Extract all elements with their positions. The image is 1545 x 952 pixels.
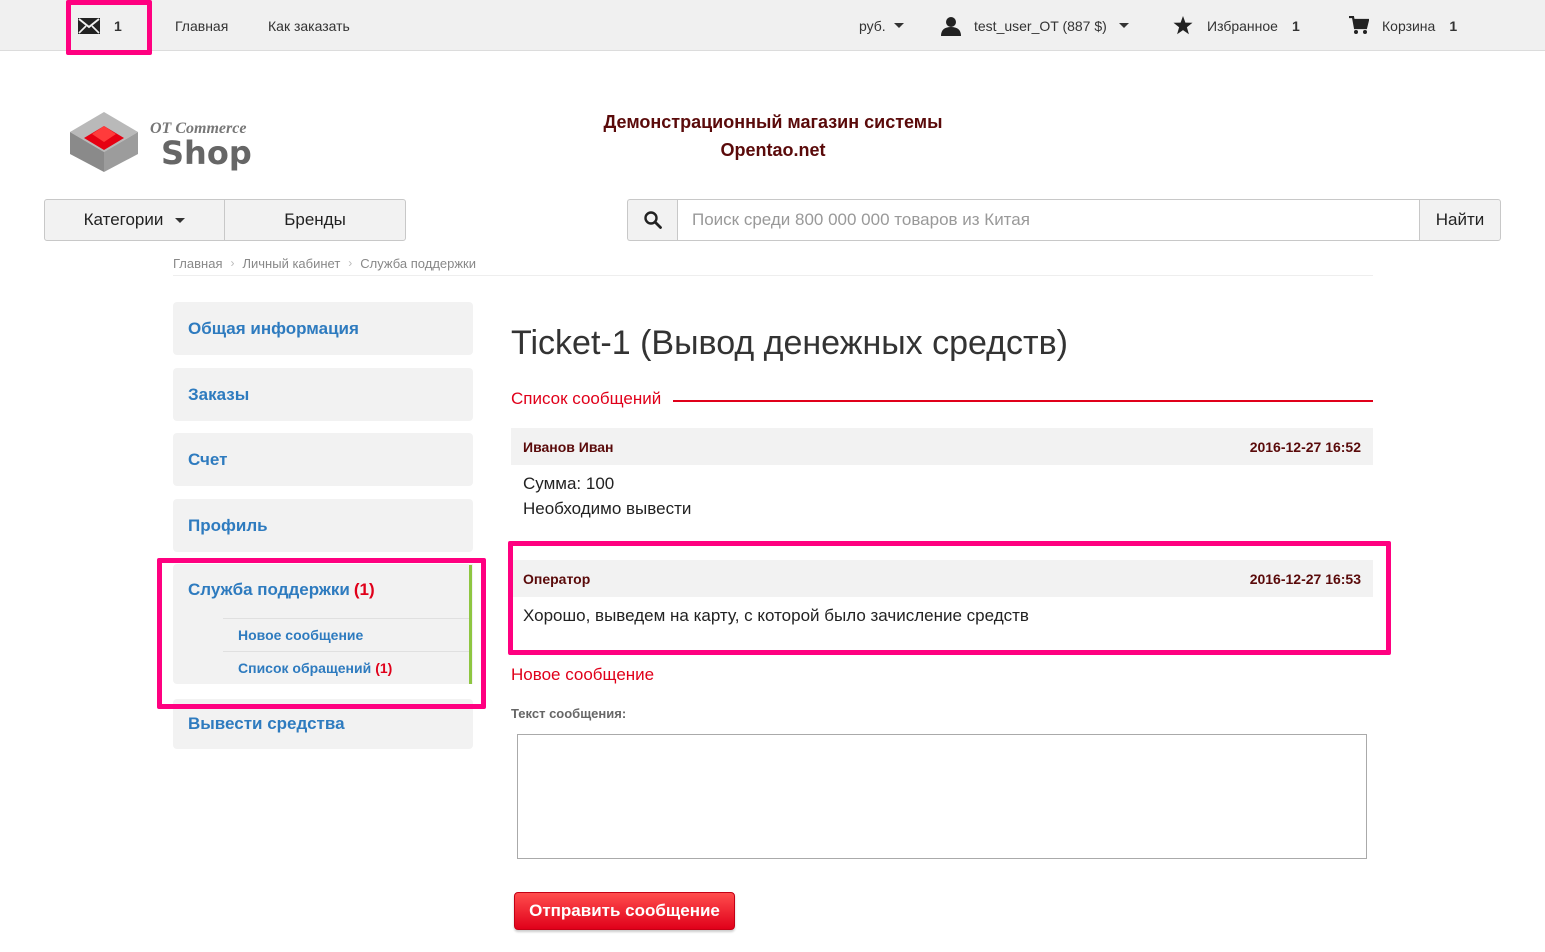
cart-link[interactable]: Корзина 1: [1349, 0, 1457, 51]
sidebar-item-withdraw[interactable]: Вывести средства: [173, 699, 473, 749]
envelope-icon: [78, 17, 100, 34]
sidebar-subitem-label: Список обращений: [238, 660, 372, 676]
chevron-down-icon: [1118, 23, 1129, 28]
sidebar-item-account[interactable]: Счет: [173, 433, 473, 486]
categories-label: Категории: [83, 210, 164, 229]
chevron-down-icon: [893, 23, 904, 28]
brands-button[interactable]: Бренды: [224, 199, 406, 241]
send-message-button[interactable]: Отправить сообщение: [514, 892, 735, 930]
breadcrumb-account[interactable]: Личный кабинет: [242, 256, 340, 275]
sidebar-item-general-info[interactable]: Общая информация: [173, 302, 473, 355]
messages-section-label: Список сообщений: [511, 389, 674, 409]
breadcrumb-separator-icon: ›: [230, 256, 235, 270]
brands-label: Бренды: [284, 210, 346, 229]
messages-link[interactable]: 1: [78, 0, 122, 51]
home-link[interactable]: Главная: [175, 0, 228, 51]
message-body: Сумма: 100 Необходимо вывести: [523, 471, 691, 521]
sidebar-item-profile[interactable]: Профиль: [173, 499, 473, 552]
favorites-count: 1: [1291, 17, 1300, 34]
message-header: Иванов Иван 2016-12-27 16:52: [511, 428, 1373, 465]
breadcrumb-support: Служба поддержки: [360, 256, 477, 271]
new-message-section-label: Новое сообщение: [511, 665, 655, 684]
message-header: Оператор 2016-12-27 16:53: [511, 560, 1373, 597]
active-indicator: [469, 565, 472, 684]
sidebar-subitem-ticket-list[interactable]: Список обращений (1): [223, 651, 469, 684]
how-to-order-link[interactable]: Как заказать: [268, 0, 350, 51]
user-label: test_user_OT (887 $): [974, 17, 1107, 34]
sidebar-subitem-new-message[interactable]: Новое сообщение: [223, 618, 469, 651]
ticket-list-count-badge: (1): [375, 660, 393, 676]
slogan-line-2: Opentao.net: [720, 140, 826, 160]
logo-text-bottom: Shop: [161, 134, 252, 172]
page-title: Ticket-1 (Вывод денежных средств): [511, 324, 1068, 362]
sidebar-item-label: Служба поддержки: [188, 580, 350, 599]
cart-icon: [1349, 16, 1369, 34]
sidebar-item-label: Общая информация: [188, 318, 359, 338]
sidebar-item-label: Счет: [188, 449, 228, 469]
cart-label: Корзина: [1382, 17, 1436, 34]
messages-count: 1: [114, 17, 122, 34]
message-author: Оператор: [523, 570, 591, 587]
site-slogan: Демонстрационный магазин системы Opentao…: [560, 108, 986, 164]
shop-logo[interactable]: OT Commerce Shop: [68, 110, 278, 180]
breadcrumb: Главная › Личный кабинет › Служба поддер…: [173, 256, 1373, 276]
support-count-badge: (1): [353, 580, 375, 599]
search-button[interactable]: Найти: [1419, 199, 1501, 241]
favorites-link[interactable]: Избранное 1: [1173, 0, 1300, 51]
sidebar-item-label: Профиль: [188, 515, 268, 535]
sidebar-item-orders[interactable]: Заказы: [173, 368, 473, 421]
categories-button[interactable]: Категории: [44, 199, 225, 241]
breadcrumb-home[interactable]: Главная: [173, 256, 222, 275]
favorites-label: Избранное: [1207, 17, 1278, 34]
slogan-line-1: Демонстрационный магазин системы: [603, 112, 943, 132]
message-time: 2016-12-27 16:53: [1249, 570, 1361, 587]
message-textarea[interactable]: [517, 734, 1367, 859]
message-line: Необходимо вывести: [523, 499, 692, 518]
sidebar-item-label: Заказы: [188, 384, 250, 404]
search-input[interactable]: [677, 199, 1420, 241]
star-icon: [1173, 16, 1193, 35]
message-line: Сумма: 100: [523, 474, 615, 493]
currency-dropdown[interactable]: руб.: [859, 0, 904, 51]
sidebar-subitem-label: Новое сообщение: [238, 627, 364, 643]
currency-label: руб.: [859, 17, 886, 34]
search-icon-box[interactable]: [627, 199, 678, 241]
cart-count: 1: [1449, 17, 1458, 34]
chevron-down-icon: [175, 217, 186, 223]
user-icon: [941, 16, 961, 36]
message-time: 2016-12-27 16:52: [1249, 438, 1361, 455]
message-text-label: Текст сообщения:: [511, 706, 627, 721]
user-dropdown[interactable]: test_user_OT (887 $): [941, 0, 1129, 51]
message-author: Иванов Иван: [523, 438, 614, 455]
search-icon: [644, 211, 662, 229]
top-bar: 1 Главная Как заказать руб. test_user_OT…: [0, 0, 1545, 55]
message-line: Хорошо, выведем на карту, с которой было…: [523, 606, 1029, 625]
sidebar-item-label: Вывести средства: [188, 714, 345, 733]
breadcrumb-separator-icon: ›: [348, 256, 353, 270]
highlight-operator-reply: [508, 541, 1391, 655]
message-body: Хорошо, выведем на карту, с которой было…: [523, 603, 1029, 628]
